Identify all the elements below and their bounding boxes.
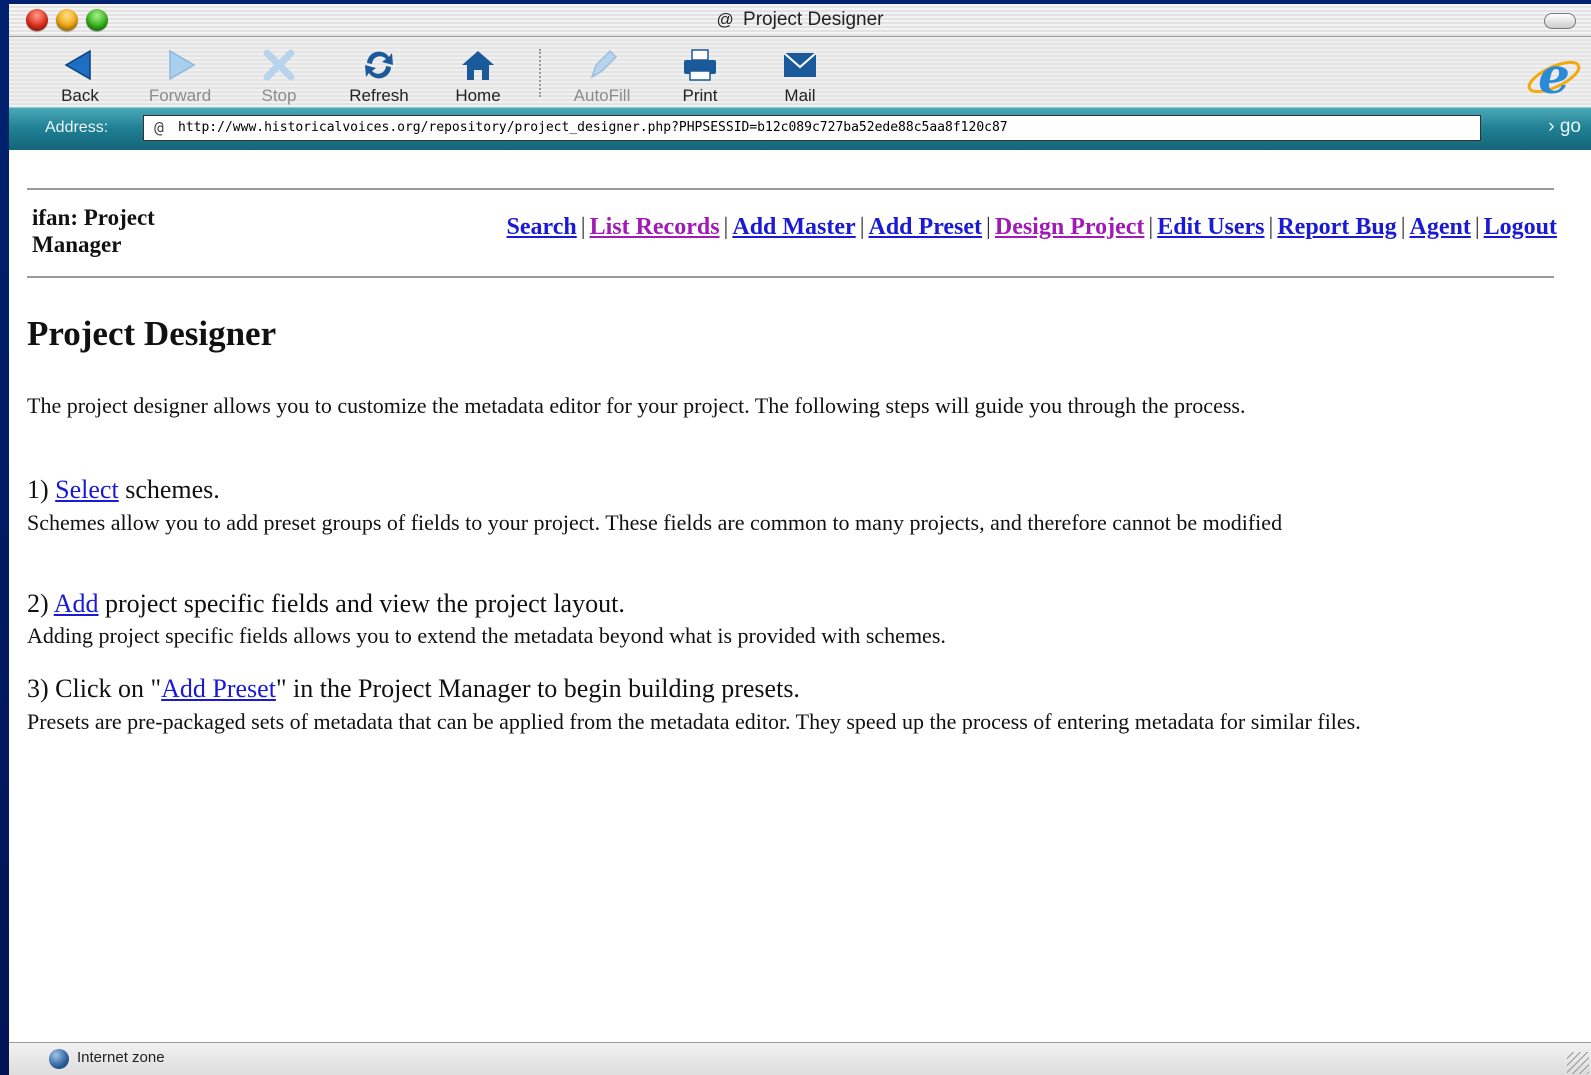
refresh-button[interactable]: Refresh — [331, 47, 427, 106]
print-button-label: Print — [682, 86, 718, 105]
nav-link-add-preset[interactable]: Add Preset — [869, 214, 983, 240]
home-button[interactable]: Home — [430, 47, 526, 106]
mail-button-label: Mail — [784, 86, 816, 105]
select-schemes-link[interactable]: Select — [55, 475, 119, 504]
home-icon — [462, 51, 494, 80]
nav-link-report-bug[interactable]: Report Bug — [1277, 214, 1396, 240]
resize-grip[interactable] — [1567, 1052, 1589, 1074]
main-navigation: Search | List Records | Add Master | Add Prese… — [507, 214, 1557, 241]
nav-link-agent[interactable]: Agent — [1410, 214, 1471, 240]
step-2-line: 2) Add project specific fields and view … — [27, 589, 1557, 619]
intro-paragraph: The project designer allows you to custo… — [27, 393, 1246, 418]
nav-link-list-records[interactable]: List Records — [590, 214, 720, 240]
mail-button[interactable]: Mail — [752, 47, 848, 106]
toolbar-separator — [539, 49, 541, 97]
svg-text:e: e — [1538, 49, 1570, 103]
title-bar[interactable]: @ Project Designer — [9, 4, 1591, 37]
refresh-button-label: Refresh — [349, 86, 409, 105]
forward-button-label: Forward — [148, 86, 212, 105]
globe-icon — [49, 1049, 69, 1069]
internet-explorer-logo-icon: e — [1527, 49, 1581, 103]
forward-arrow-icon — [169, 49, 196, 81]
window-title-text: Project Designer — [743, 9, 884, 30]
back-arrow-icon — [64, 49, 91, 81]
refresh-icon — [365, 51, 393, 79]
status-bar: Internet zone — [9, 1042, 1591, 1075]
page-heading: Project Designer — [27, 314, 277, 353]
page-content: ifan: Project Manager Search | List Record… — [9, 150, 1591, 1042]
security-zone-text: Internet zone — [77, 1049, 165, 1066]
go-button-label: go — [1559, 116, 1581, 137]
top-divider — [27, 188, 1554, 190]
nav-separator: | — [580, 214, 586, 240]
browser-toolbar: Back Forward Stop Refresh Home AutoFill … — [9, 37, 1591, 107]
home-button-label: Home — [455, 86, 501, 105]
mail-envelope-icon — [783, 52, 817, 77]
nav-separator: | — [859, 214, 865, 240]
nav-link-add-master[interactable]: Add Master — [732, 214, 855, 240]
stop-button[interactable]: Stop — [231, 47, 327, 106]
add-preset-inline-link[interactable]: Add Preset — [161, 674, 276, 703]
back-button-label: Back — [61, 86, 99, 105]
step-1-suffix: schemes. — [118, 475, 220, 504]
back-button[interactable]: Back — [32, 47, 128, 106]
step-2-prefix: 2) — [27, 589, 54, 618]
step-3-prefix: 3) Click on " — [27, 674, 162, 703]
nav-link-edit-users[interactable]: Edit Users — [1157, 214, 1264, 240]
step-1-prefix: 1) — [27, 475, 56, 504]
step-2-description: Adding project specific fields allows yo… — [27, 623, 946, 648]
step-2-suffix: project specific fields and view the pro… — [98, 589, 625, 618]
browser-window: @ Project Designer Back Forward Stop Ref… — [9, 4, 1591, 1075]
nav-link-search[interactable]: Search — [507, 214, 577, 240]
stop-x-icon — [263, 49, 295, 81]
step-1-description: Schemes allow you to add preset groups o… — [27, 510, 1283, 535]
autofill-pen-icon — [590, 49, 618, 79]
nav-separator: | — [723, 214, 729, 240]
step-3-suffix: " in the Project Manager to begin buildi… — [275, 674, 800, 703]
add-fields-link[interactable]: Add — [54, 589, 99, 618]
address-bar: Address: @ http://www.historicalvoices.o… — [9, 107, 1591, 151]
nav-separator: | — [1268, 214, 1274, 240]
autofill-button[interactable]: AutoFill — [554, 47, 650, 106]
nav-separator: | — [1474, 214, 1480, 240]
go-button[interactable]: › go — [1548, 116, 1581, 138]
address-label: Address: — [45, 119, 109, 136]
printer-icon — [684, 49, 716, 81]
url-site-icon: @ — [154, 118, 164, 137]
address-url-text: http://www.historicalvoices.org/reposito… — [178, 120, 1008, 135]
step-3-line: 3) Click on "Add Preset" in the Project … — [27, 674, 1557, 704]
step-1-line: 1) Select schemes. — [27, 475, 1557, 505]
nav-divider — [27, 276, 1554, 278]
step-3-description: Presets are pre-packaged sets of metadat… — [27, 709, 1361, 734]
toolbar-toggle-button[interactable] — [1544, 13, 1576, 29]
nav-link-design-project[interactable]: Design Project — [995, 214, 1145, 240]
nav-separator: | — [1400, 214, 1406, 240]
project-manager-title: ifan: Project Manager — [32, 205, 155, 257]
page-icon: @ — [716, 10, 734, 29]
address-input[interactable]: @ http://www.historicalvoices.org/reposi… — [143, 115, 1481, 141]
desktop-background: @ Project Designer Back Forward Stop Ref… — [0, 0, 1591, 1075]
nav-separator: | — [1148, 214, 1154, 240]
nav-separator: | — [986, 214, 991, 240]
print-button[interactable]: Print — [652, 47, 748, 106]
forward-button[interactable]: Forward — [132, 47, 228, 106]
nav-link-logout[interactable]: Logout — [1484, 214, 1557, 240]
window-title: @ Project Designer — [9, 9, 1591, 31]
autofill-button-label: AutoFill — [573, 86, 631, 105]
stop-button-label: Stop — [261, 86, 297, 105]
